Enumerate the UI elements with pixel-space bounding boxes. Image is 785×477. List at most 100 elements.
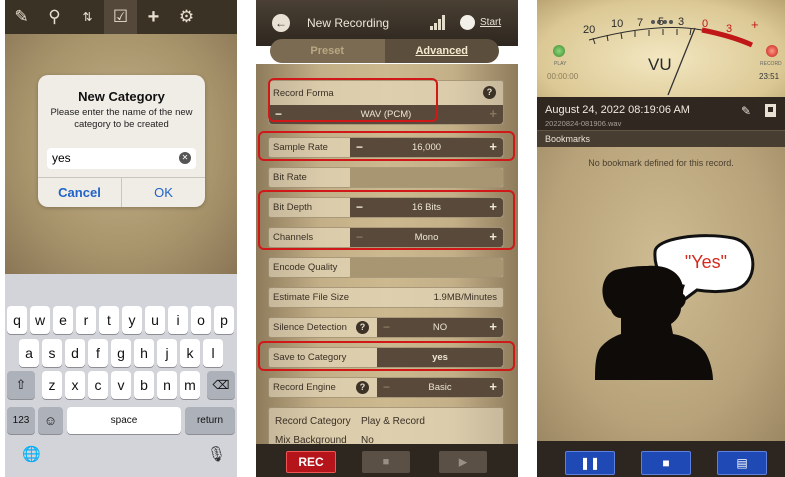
record-category-row: Record Category Play & Record Mix Backgr… [268, 407, 504, 447]
bit-rate-row: Bit Rate [268, 167, 504, 188]
plus-icon[interactable]: + [489, 379, 497, 394]
key-r[interactable]: r [76, 306, 96, 334]
pause-button[interactable]: ❚❚ [565, 451, 615, 475]
edit-icon[interactable]: ✎ [741, 104, 751, 118]
stop-icon: ■ [382, 456, 390, 468]
key-w[interactable]: w [30, 306, 50, 334]
record-category-value: Play & Record [361, 416, 425, 427]
shift-key[interactable]: ⇧ [7, 371, 35, 399]
numbers-key[interactable]: 123 [7, 407, 35, 434]
key-c[interactable]: c [88, 371, 108, 399]
new-recording-screen: ← New Recording Start Preset Advanced Re… [256, 0, 518, 477]
mode-tabs: Preset Advanced [270, 39, 499, 63]
stop-button[interactable]: ■ [641, 451, 691, 475]
play-icon: ▶ [458, 456, 468, 469]
plus-icon[interactable]: + [137, 0, 170, 34]
key-i[interactable]: i [168, 306, 188, 334]
vu-meter: 20 10 7 5 3 0 3 + VU PLAY 00:00:00 RECOR… [537, 0, 785, 97]
key-p[interactable]: p [214, 306, 234, 334]
speech-text: "Yes" [684, 252, 728, 272]
emoji-key[interactable]: ☺ [38, 407, 63, 434]
record-indicator-icon [766, 45, 778, 57]
return-key[interactable]: return [185, 407, 235, 434]
globe-icon[interactable]: 🌐 [22, 445, 41, 463]
key-q[interactable]: q [7, 306, 27, 334]
vu-label: VU [648, 55, 672, 74]
key-m[interactable]: m [180, 371, 200, 399]
key-n[interactable]: n [157, 371, 177, 399]
key-s[interactable]: s [42, 339, 62, 367]
play-indicator-icon [553, 45, 565, 57]
key-a[interactable]: a [19, 339, 39, 367]
signal-level-icon [430, 14, 448, 30]
key-b[interactable]: b [134, 371, 154, 399]
bookmarks-title: Bookmarks [545, 134, 591, 144]
tab-preset[interactable]: Preset [270, 39, 385, 63]
sort-icon[interactable]: ⇅ [71, 0, 104, 34]
tab-advanced[interactable]: Advanced [384, 39, 499, 63]
notes-icon: ▤ [736, 456, 748, 470]
vu-scale-arc [588, 27, 754, 96]
bit-rate-control[interactable] [350, 168, 503, 187]
key-f[interactable]: f [88, 339, 108, 367]
top-toolbar: ✎ ⚲ ⇅ ☑ + ⚙ [5, 0, 237, 34]
highlight-sample-rate [258, 131, 515, 161]
play-label: PLAY [554, 61, 567, 67]
notes-button[interactable]: ▤ [717, 451, 767, 475]
clear-icon[interactable]: ✕ [179, 152, 191, 164]
key-h[interactable]: h [134, 339, 154, 367]
record-engine-label: Record Engine [273, 382, 336, 393]
key-u[interactable]: u [145, 306, 165, 334]
play-button[interactable]: ▶ [439, 451, 487, 473]
compose-icon[interactable]: ✎ [5, 0, 38, 34]
gear-icon[interactable]: ⚙ [170, 0, 203, 34]
help-icon[interactable]: ? [483, 86, 496, 99]
microphone-icon[interactable]: 🎙 [207, 445, 226, 463]
encode-quality-row: Encode Quality [268, 257, 504, 278]
encode-quality-control[interactable] [350, 258, 503, 277]
backspace-key[interactable]: ⌫ [207, 371, 235, 399]
back-icon[interactable]: ← [272, 14, 290, 32]
category-name-input[interactable]: yes ✕ [47, 148, 196, 169]
key-t[interactable]: t [99, 306, 119, 334]
help-icon[interactable]: ? [356, 381, 369, 394]
key-y[interactable]: y [122, 306, 142, 334]
key-v[interactable]: v [111, 371, 131, 399]
recording-date: August 24, 2022 08:19:06 AM [545, 104, 690, 116]
highlight-record-format [268, 78, 438, 122]
key-o[interactable]: o [191, 306, 211, 334]
plus-icon[interactable]: + [489, 106, 497, 121]
key-j[interactable]: j [157, 339, 177, 367]
record-time: 23:51 [759, 72, 780, 81]
key-x[interactable]: x [65, 371, 85, 399]
silence-detection-row: Silence Detection ? − NO + [268, 317, 504, 338]
bit-rate-label: Bit Rate [273, 172, 307, 183]
key-g[interactable]: g [111, 339, 131, 367]
key-k[interactable]: k [180, 339, 200, 367]
cancel-button[interactable]: Cancel [38, 178, 122, 207]
category-name-value: yes [52, 151, 71, 165]
dialog-message: Please enter the name of the new categor… [50, 107, 193, 130]
key-z[interactable]: z [42, 371, 62, 399]
estimate-file-size-row: Estimate File Size 1.9MB/Minutes [268, 287, 504, 308]
rec-button[interactable]: REC [286, 451, 336, 473]
key-l[interactable]: l [203, 339, 223, 367]
record-label: RECORD [760, 61, 782, 67]
ok-button[interactable]: OK [122, 178, 205, 207]
dialog-buttons: Cancel OK [38, 177, 205, 207]
key-e[interactable]: e [53, 306, 73, 334]
bookmark-add-icon[interactable] [765, 104, 776, 117]
search-icon[interactable]: ⚲ [38, 0, 71, 34]
record-engine-control[interactable]: − Basic + [377, 378, 503, 397]
silence-detection-control[interactable]: − NO + [377, 318, 503, 337]
checklist-icon[interactable]: ☑ [104, 0, 137, 34]
plus-icon[interactable]: + [489, 319, 497, 334]
stop-button[interactable]: ■ [362, 451, 410, 473]
start-button[interactable]: Start [480, 17, 501, 28]
silence-detection-value: NO [432, 322, 448, 333]
space-key[interactable]: space [67, 407, 181, 434]
recording-detail-screen: 20 10 7 5 3 0 3 + VU PLAY 00:00:00 RECOR… [537, 0, 785, 477]
help-icon[interactable]: ? [356, 321, 369, 334]
record-engine-value: Basic [428, 382, 452, 393]
key-d[interactable]: d [65, 339, 85, 367]
